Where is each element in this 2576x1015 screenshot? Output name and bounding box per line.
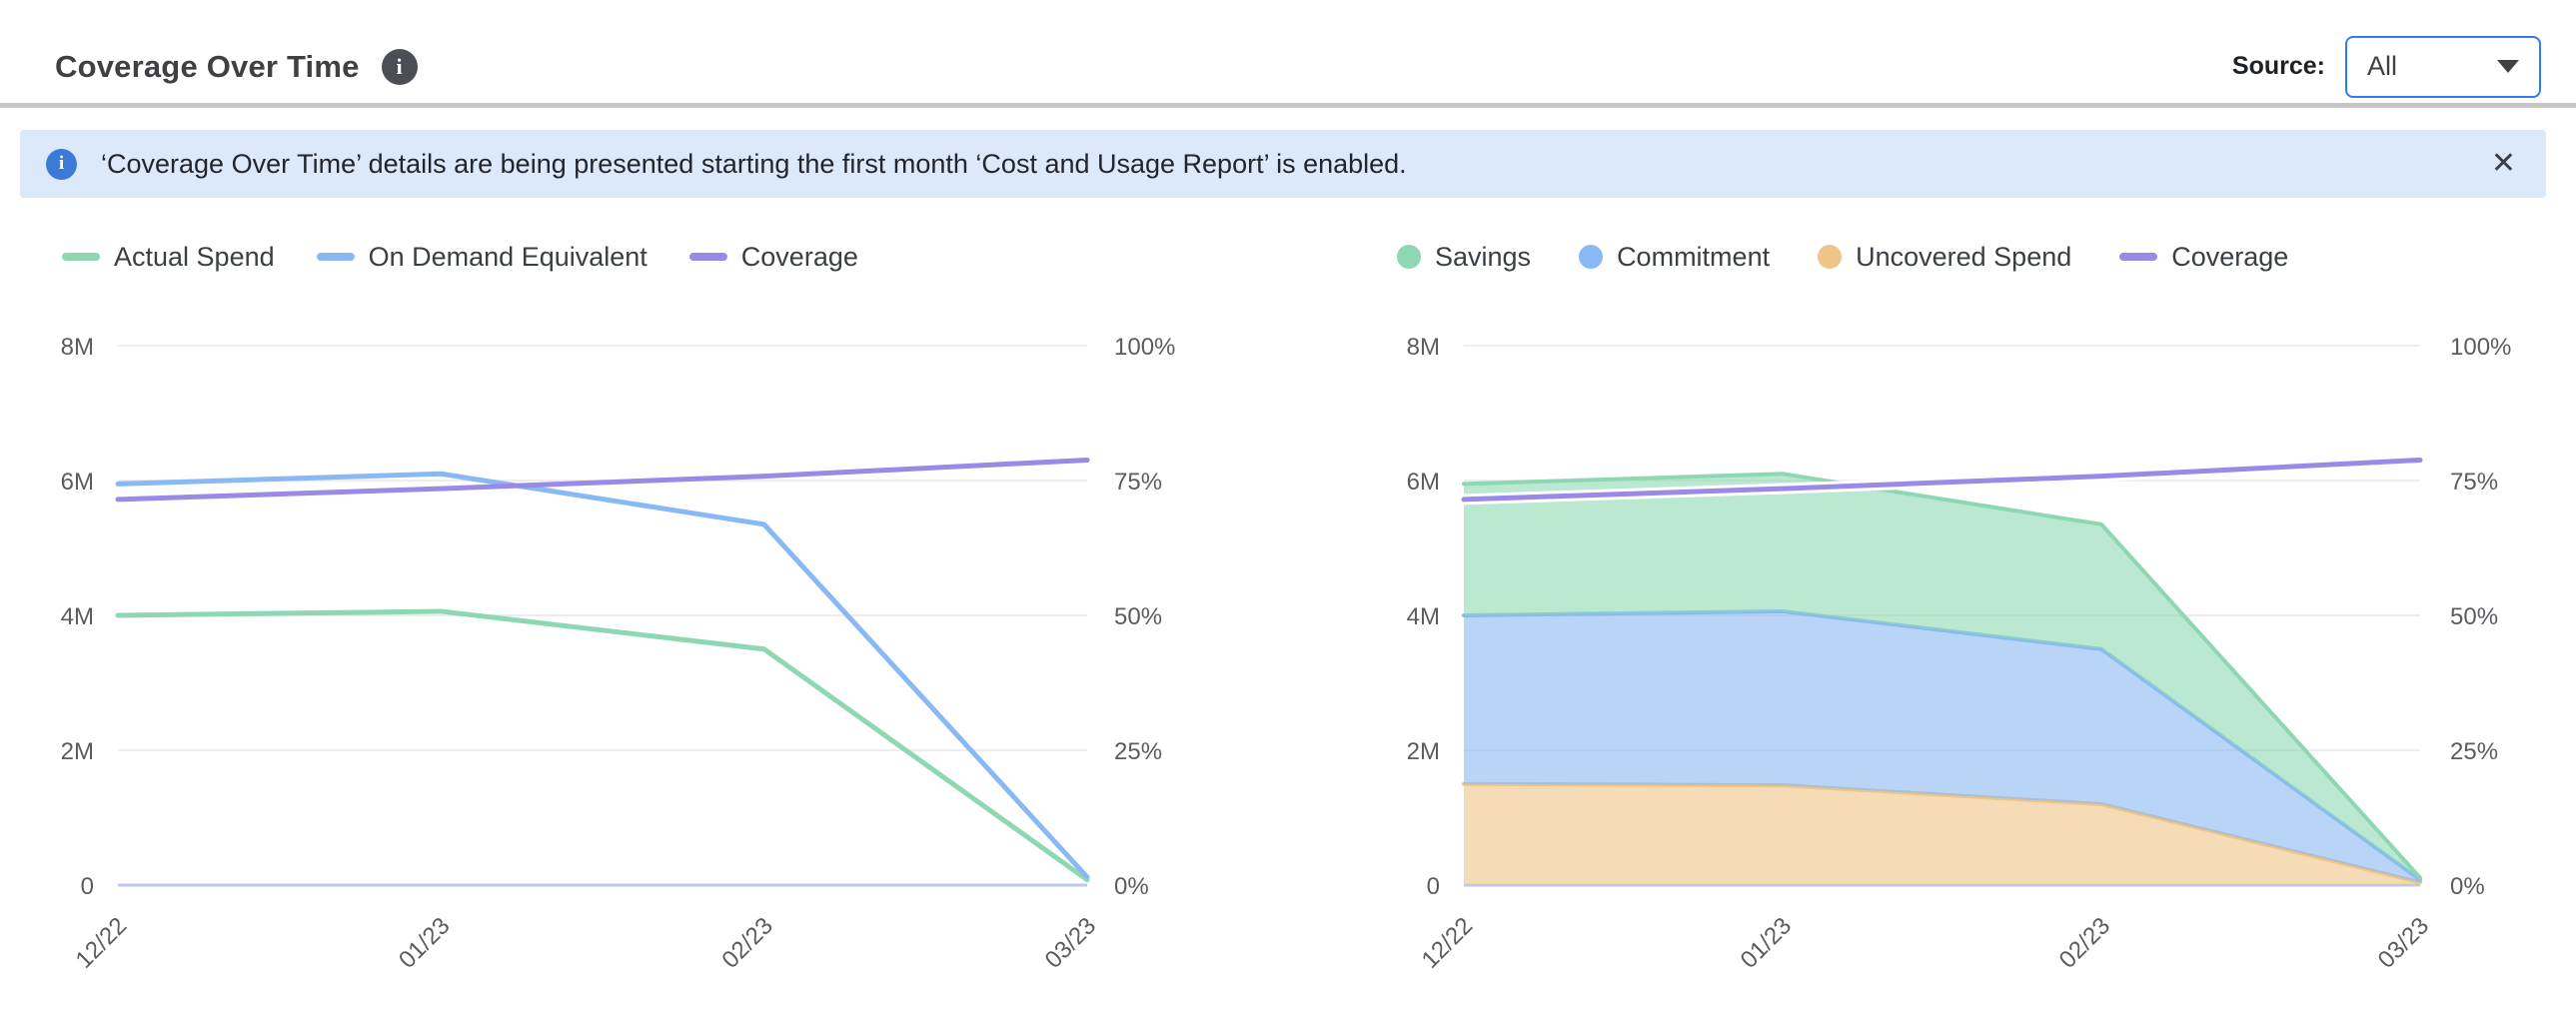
- y-axis-left-label-8M: 8M: [61, 334, 94, 361]
- legend-item-coverage[interactable]: Coverage: [2119, 242, 2288, 273]
- legend-label-uncovered-spend: Uncovered Spend: [1856, 242, 2071, 273]
- banner-info-icon: i: [46, 149, 77, 180]
- legend-label-coverage: Coverage: [741, 242, 858, 273]
- legend-item-commitment[interactable]: Commitment: [1579, 242, 1770, 273]
- y-axis-right-label-100%: 100%: [2450, 334, 2511, 361]
- legend-line-swatch-on-demand-equivalent: [317, 253, 355, 261]
- line-chart-legend: Actual Spend On Demand Equivalent Coverage: [20, 238, 1259, 276]
- x-axis-label-01-23: 01/23: [394, 912, 456, 974]
- legend-line-swatch-actual-spend: [62, 253, 100, 261]
- x-axis-label-12-22: 12/22: [1417, 912, 1479, 974]
- y-axis-right-label-50%: 50%: [2450, 603, 2498, 630]
- x-axis-label-01-23: 01/23: [1736, 912, 1798, 974]
- y-axis-right-label-25%: 25%: [1114, 738, 1162, 765]
- info-banner: i ‘Coverage Over Time’ details are being…: [20, 130, 2546, 198]
- y-axis-left-label-2M: 2M: [61, 738, 94, 765]
- header-divider: [0, 103, 2576, 108]
- y-axis-right-label-0%: 0%: [2450, 873, 2485, 900]
- legend-label-savings: Savings: [1435, 242, 1531, 273]
- y-axis-left-label-4M: 4M: [1407, 603, 1440, 630]
- source-control: Source: All: [2232, 36, 2541, 98]
- legend-item-savings[interactable]: Savings: [1397, 242, 1531, 273]
- y-axis-left-label-2M: 2M: [1407, 738, 1440, 765]
- x-axis-label-02-23: 02/23: [2054, 912, 2116, 974]
- page-title: Coverage Over Time: [55, 49, 360, 85]
- legend-item-on-demand-equivalent[interactable]: On Demand Equivalent: [317, 242, 647, 273]
- x-axis-label-03-23: 03/23: [2373, 912, 2435, 974]
- source-dropdown[interactable]: All: [2345, 36, 2541, 98]
- legend-line-swatch-coverage: [689, 253, 727, 261]
- area-chart-panel: Savings Commitment Uncovered Spend Coverage…: [1359, 198, 2576, 975]
- line-chart-svg: 8M 100% 6M 75% 4M 50% 2M 25% 0 0% 12/22 01/23 02/23 0…: [20, 276, 1259, 975]
- legend-dot-swatch-savings: [1397, 245, 1421, 269]
- area-chart-svg: 8M 100% 6M 75% 4M 50% 2M 25% 0 0% 12/22 01/23 02/23 0…: [1359, 276, 2576, 975]
- banner-close-icon[interactable]: ✕: [2487, 145, 2520, 183]
- y-axis-right-label-50%: 50%: [1114, 603, 1162, 630]
- y-axis-right-label-100%: 100%: [1114, 334, 1175, 361]
- title-info-icon[interactable]: i: [382, 49, 418, 85]
- y-axis-left-label-6M: 6M: [61, 469, 94, 496]
- coverage-over-time-widget: Coverage Over Time i Source: All i ‘Cove…: [0, 0, 2576, 1015]
- x-axis-label-12-22: 12/22: [71, 912, 133, 974]
- legend-label-commitment: Commitment: [1617, 242, 1770, 273]
- y-axis-right-label-75%: 75%: [2450, 469, 2498, 496]
- legend-label-on-demand-equivalent: On Demand Equivalent: [369, 242, 647, 273]
- legend-dot-swatch-uncovered-spend: [1818, 245, 1842, 269]
- y-axis-left-label-8M: 8M: [1407, 334, 1440, 361]
- source-label: Source:: [2232, 52, 2325, 81]
- y-axis-left-label-0: 0: [1427, 873, 1440, 900]
- legend-label-coverage: Coverage: [2171, 242, 2288, 273]
- chevron-down-icon: [2497, 60, 2519, 73]
- legend-line-swatch-coverage: [2119, 253, 2157, 261]
- legend-item-actual-spend[interactable]: Actual Spend: [62, 242, 275, 273]
- charts-row: Actual Spend On Demand Equivalent Coverage…: [0, 198, 2576, 975]
- x-axis-label-03-23: 03/23: [1040, 912, 1102, 974]
- widget-header: Coverage Over Time i Source: All: [0, 0, 2576, 103]
- legend-item-uncovered-spend[interactable]: Uncovered Spend: [1818, 242, 2071, 273]
- y-axis-left-label-6M: 6M: [1407, 469, 1440, 496]
- y-axis-right-label-0%: 0%: [1114, 873, 1149, 900]
- area-chart-legend: Savings Commitment Uncovered Spend Coverage: [1359, 238, 2576, 276]
- y-axis-right-label-25%: 25%: [2450, 738, 2498, 765]
- line-actual-spend: [118, 611, 1087, 880]
- legend-dot-swatch-commitment: [1579, 245, 1603, 269]
- line-on-demand-equivalent: [118, 474, 1087, 877]
- source-dropdown-value: All: [2367, 51, 2397, 82]
- y-axis-left-label-0: 0: [81, 873, 94, 900]
- y-axis-left-label-4M: 4M: [61, 603, 94, 630]
- y-axis-right-label-75%: 75%: [1114, 469, 1162, 496]
- line-chart-panel: Actual Spend On Demand Equivalent Coverage…: [20, 198, 1259, 975]
- legend-label-actual-spend: Actual Spend: [114, 242, 275, 273]
- x-axis-label-02-23: 02/23: [716, 912, 778, 974]
- legend-item-coverage[interactable]: Coverage: [689, 242, 858, 273]
- banner-message: ‘Coverage Over Time’ details are being p…: [101, 149, 1407, 180]
